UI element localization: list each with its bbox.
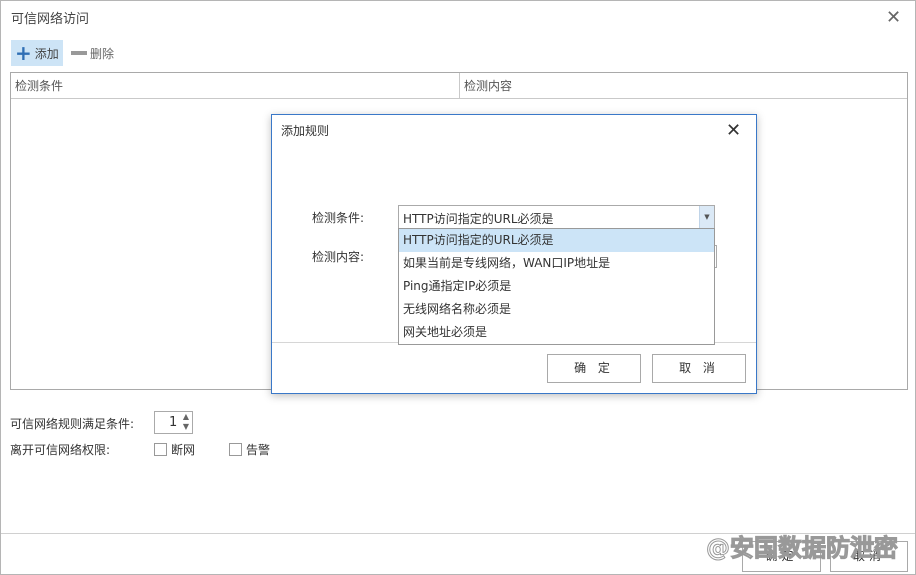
add-label: 添加 (34, 46, 59, 61)
dialog-cancel-button[interactable]: 取 消 (652, 354, 746, 383)
cancel-button[interactable]: 取消 (830, 541, 908, 572)
minus-icon (71, 51, 87, 55)
condition-select[interactable]: HTTP访问指定的URL必须是 ▼ (398, 205, 715, 229)
min-rules-label: 可信网络规则满足条件: (10, 417, 135, 431)
min-rules-value: 1 (169, 415, 178, 430)
dropdown-option[interactable]: 如果当前是专线网络，WAN口IP地址是 (399, 252, 714, 275)
disconnect-label: 断网 (171, 443, 196, 457)
delete-button[interactable]: 删除 (67, 40, 118, 66)
chevron-down-icon[interactable]: ▼ (699, 206, 714, 228)
alert-checkbox[interactable]: 告警 (229, 441, 270, 458)
leave-network-label: 离开可信网络权限: (10, 443, 111, 457)
dialog-ok-button[interactable]: 确 定 (547, 354, 641, 383)
spin-down-icon[interactable]: ▼ (183, 422, 189, 431)
min-rules-spinner[interactable]: 1 ▲ ▼ (154, 411, 193, 434)
column-header-content[interactable]: 检测内容 (460, 73, 907, 99)
condition-value: HTTP访问指定的URL必须是 (403, 212, 554, 226)
dialog-title: 添加规则 (281, 124, 330, 138)
dropdown-option[interactable]: Ping通指定IP必须是 (399, 275, 714, 298)
window-title: 可信网络访问 (11, 12, 90, 27)
content-label: 检测内容: (312, 250, 365, 264)
dropdown-option[interactable]: 网关地址必须是 (399, 321, 714, 344)
checkbox-icon[interactable] (229, 443, 242, 456)
disconnect-checkbox[interactable]: 断网 (154, 441, 195, 458)
ok-button[interactable]: 确定 (742, 541, 821, 572)
add-button[interactable]: + 添加 (11, 40, 63, 66)
spin-up-icon[interactable]: ▲ (183, 412, 189, 421)
condition-dropdown-list: HTTP访问指定的URL必须是 如果当前是专线网络，WAN口IP地址是 Ping… (398, 228, 715, 345)
dropdown-option[interactable]: HTTP访问指定的URL必须是 (399, 229, 714, 252)
add-rule-dialog: 添加规则 ✕ 检测条件: HTTP访问指定的URL必须是 ▼ 检测内容: HTT… (271, 114, 757, 394)
window-close-icon[interactable]: ✕ (886, 9, 901, 27)
delete-label: 删除 (90, 46, 115, 61)
checkbox-icon[interactable] (154, 443, 167, 456)
plus-icon: + (15, 41, 32, 65)
alert-label: 告警 (246, 443, 271, 457)
footer-divider (1, 533, 915, 534)
dialog-close-icon[interactable]: ✕ (726, 122, 741, 140)
condition-label: 检测条件: (312, 211, 365, 225)
column-header-condition[interactable]: 检测条件 (11, 73, 460, 99)
dropdown-option[interactable]: 无线网络名称必须是 (399, 298, 714, 321)
